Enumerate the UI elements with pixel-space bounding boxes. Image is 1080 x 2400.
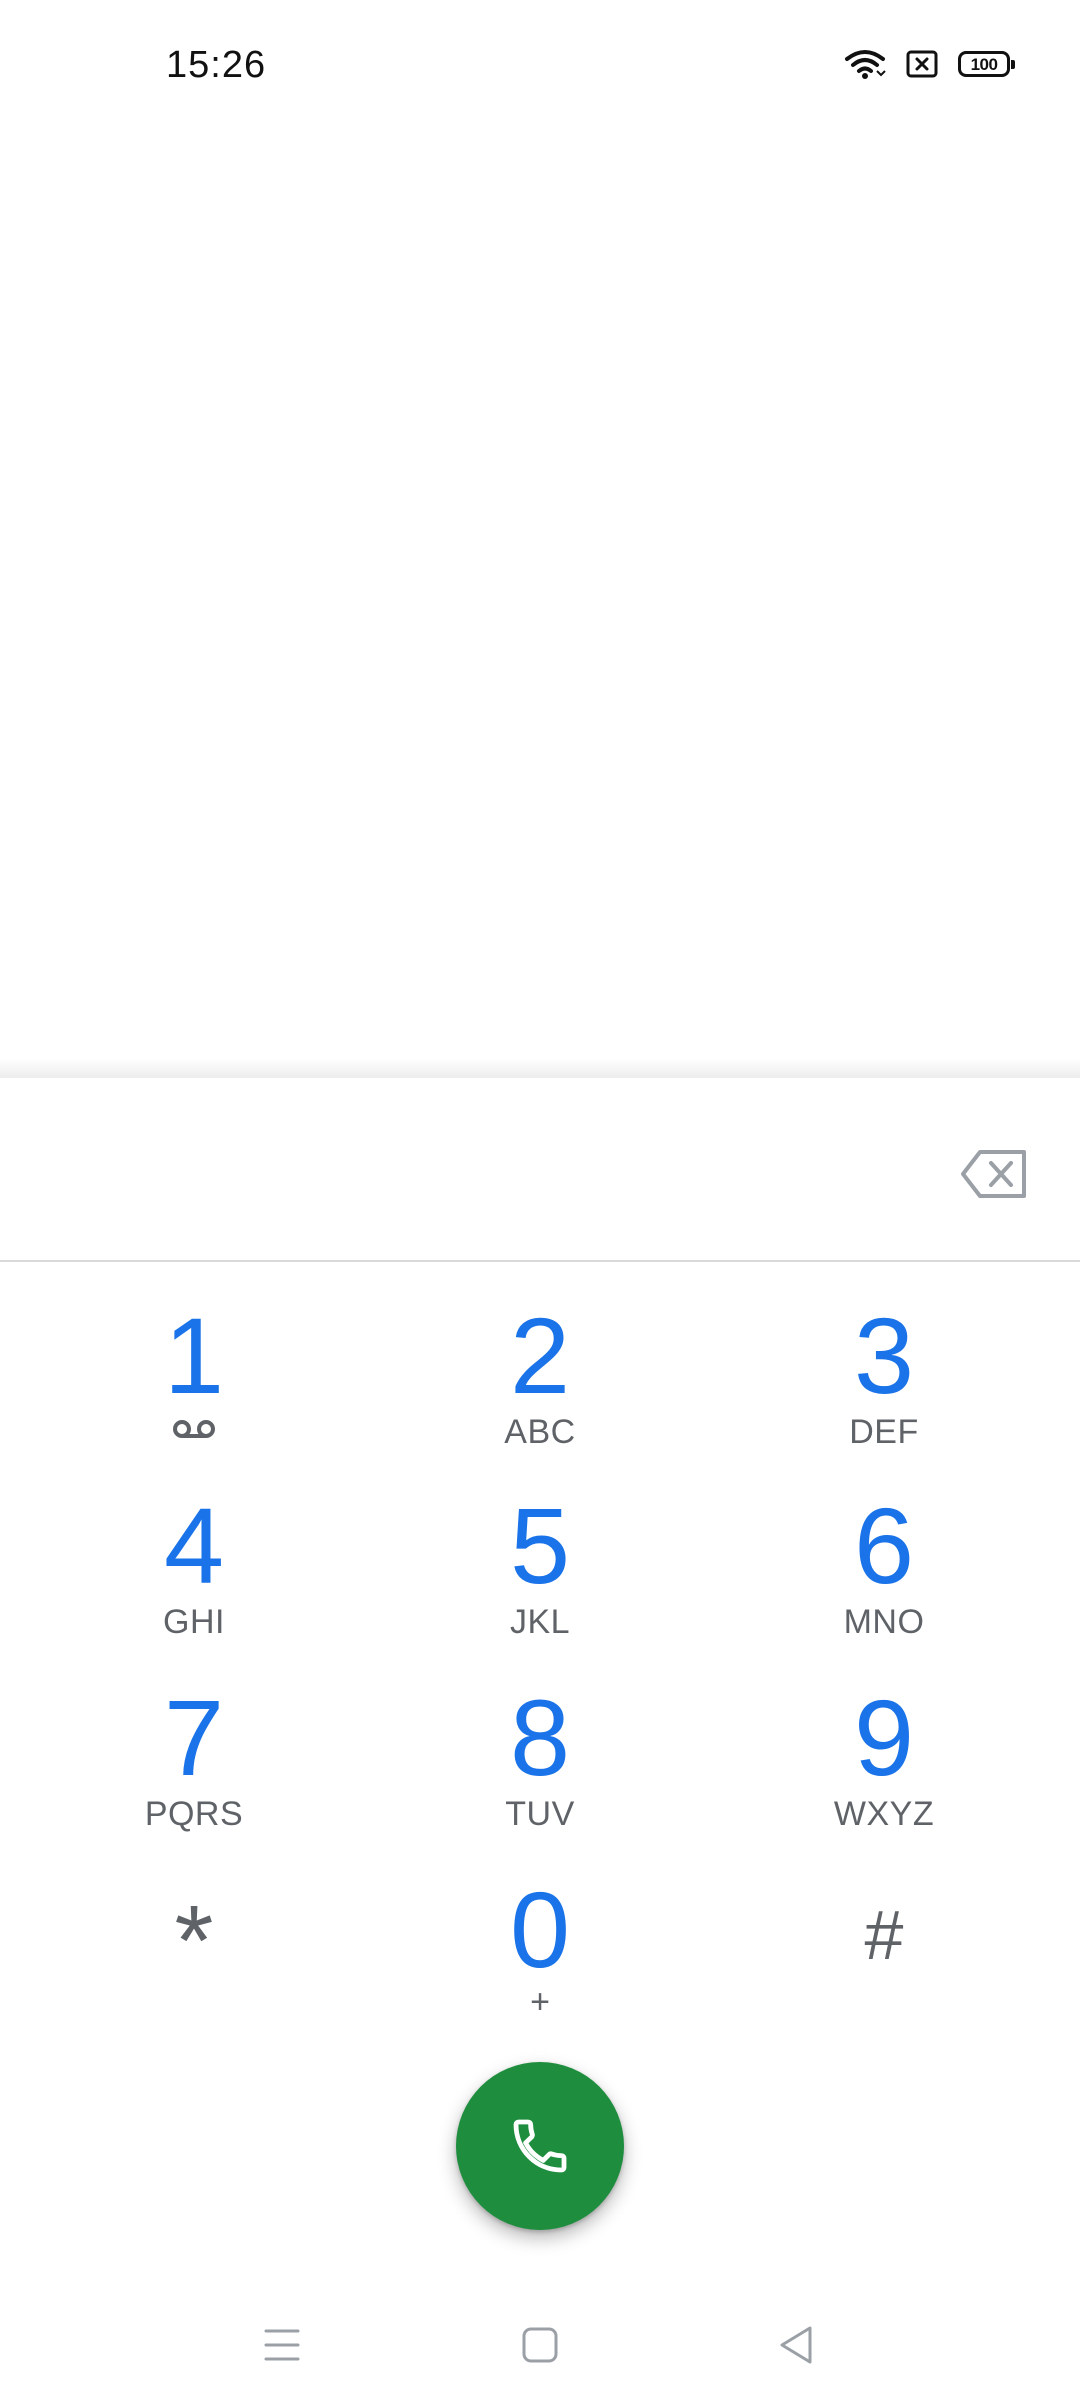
key-digit: 8 [509,1677,571,1798]
key-8[interactable]: 8 TUV [390,1678,690,1858]
voicemail-icon [173,1420,215,1438]
key-digit: 2 [509,1295,571,1416]
key-digit: 7 [163,1677,225,1798]
wifi-icon [845,50,886,79]
key-6[interactable]: 6 MNO [734,1486,1034,1666]
home-icon [522,2327,558,2363]
key-digit: 9 [853,1677,915,1798]
call-button[interactable] [456,2062,624,2230]
key-digit: 6 [853,1485,915,1606]
back-button[interactable] [756,2310,836,2380]
phone-icon [513,2119,567,2173]
key-3[interactable]: 3 DEF [734,1296,1034,1476]
status-bar: 15:26 100 [0,0,1080,130]
panel-shadow [0,1058,1080,1080]
key-letters: TUV [505,1795,575,1833]
key-digit: * [174,1885,214,1997]
nav-bar [0,2280,1080,2400]
key-star[interactable]: * [44,1876,344,2056]
dialer-screen: 15:26 100 1 2 ABC 3 DEF 4 GHI 5 JKL 6 MN… [0,0,1080,2400]
key-letters: MNO [843,1603,925,1641]
key-2[interactable]: 2 ABC [390,1296,690,1476]
backspace-icon [961,1150,1026,1198]
key-1[interactable]: 1 [44,1296,344,1476]
key-hash[interactable]: # [734,1870,1034,2050]
key-7[interactable]: 7 PQRS [44,1678,344,1858]
key-digit: 3 [853,1295,915,1416]
key-digit: # [864,1896,904,1974]
back-icon [780,2326,812,2364]
key-5[interactable]: 5 JKL [390,1486,690,1666]
home-button[interactable] [500,2310,580,2380]
key-letters: ABC [504,1413,576,1451]
menu-button[interactable] [242,2310,322,2380]
key-digit: 1 [163,1295,225,1416]
key-letters: PQRS [144,1795,244,1833]
key-digit: 5 [509,1485,571,1606]
key-9[interactable]: 9 WXYZ [734,1678,1034,1858]
sim-error-icon [906,50,938,78]
key-letters: GHI [163,1603,225,1641]
digits-row [0,1096,1080,1260]
key-letters: DEF [849,1413,919,1451]
key-digit: 4 [163,1485,225,1606]
key-4[interactable]: 4 GHI [44,1486,344,1666]
status-icons: 100 [844,48,1015,80]
menu-icon [264,2329,300,2361]
key-0[interactable]: 0 + [390,1870,690,2050]
key-digit: 0 [509,1869,571,1990]
key-letters: JKL [509,1603,571,1641]
backspace-button[interactable] [958,1146,1030,1202]
battery-level: 100 [970,54,998,74]
battery-icon: 100 [958,51,1015,77]
key-letters: + [530,1983,550,2021]
status-time: 15:26 [166,44,267,86]
key-letters: WXYZ [833,1795,935,1833]
divider [0,1260,1080,1262]
digits-display[interactable] [60,1126,920,1226]
